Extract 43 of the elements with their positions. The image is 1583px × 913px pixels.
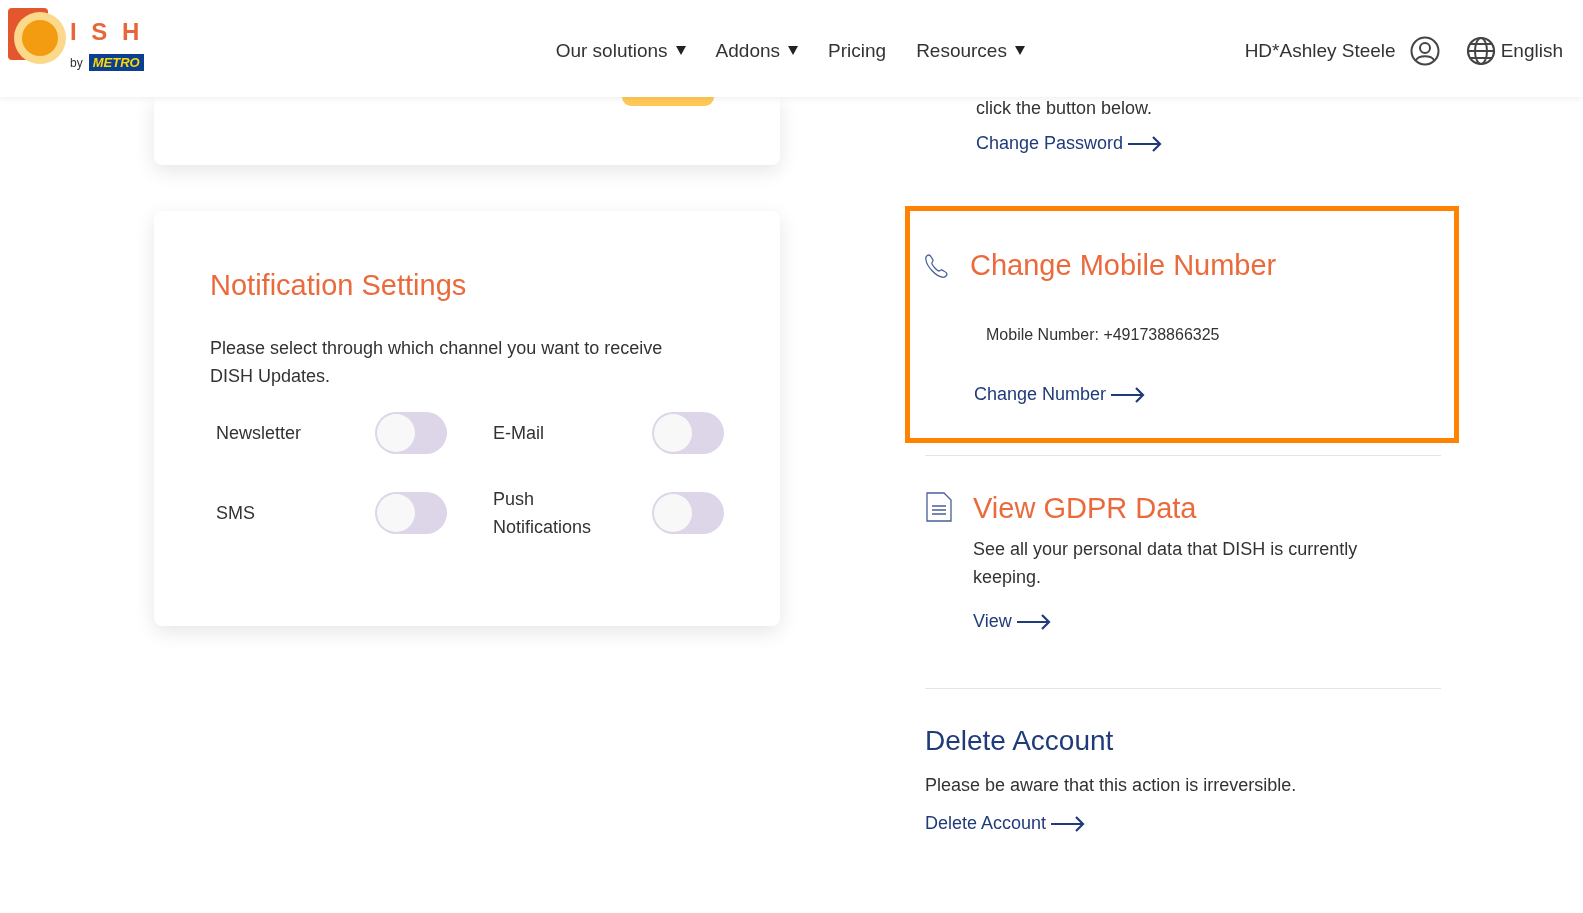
view-link[interactable]: View — [973, 611, 1052, 632]
section-title: Delete Account — [925, 725, 1115, 757]
channel-label: SMS — [216, 502, 256, 525]
logo-by-text: by — [70, 55, 83, 70]
channel-label: E-Mail — [493, 422, 545, 445]
document-icon — [925, 492, 953, 522]
nav-menu-item[interactable]: Pricing — [828, 39, 887, 62]
caret-icon — [1014, 46, 1025, 55]
channel-label: Newsletter — [216, 422, 303, 445]
user-avatar-icon[interactable] — [1409, 35, 1440, 66]
toggle-switch[interactable] — [375, 412, 447, 454]
user-name[interactable]: HD*Ashley Steele — [1244, 39, 1396, 62]
section-title: Notification Settings — [210, 269, 468, 302]
phone-icon — [924, 252, 950, 279]
caret-icon — [788, 46, 799, 55]
instruction-text: click the button below. — [976, 97, 1154, 119]
change-number-link[interactable]: Change Number — [974, 384, 1147, 405]
mobile-number-text: Mobile Number: +491738866325 — [986, 326, 1221, 344]
logo-letters: I S H — [70, 18, 144, 46]
description-text: See all your personal data that DISH is currently keeping. — [973, 538, 1359, 589]
caret-icon — [675, 46, 686, 55]
section-title: View GDPR Data — [973, 492, 1198, 525]
description-text: Please select through which channel you want to receive DISH Updates. — [210, 337, 664, 388]
globe-icon — [1465, 35, 1496, 66]
arrow-icon — [1050, 815, 1087, 832]
nav-menu-item[interactable]: Addons — [715, 39, 799, 62]
arrow-icon — [1110, 386, 1147, 403]
brand-badge: METRO — [88, 54, 144, 71]
section-title: Change Mobile Number — [970, 249, 1277, 282]
nav-menu-item[interactable]: Our solutions — [555, 39, 686, 62]
description-text: Please be aware that this action is irreversible. — [925, 774, 1298, 797]
delete-account-link[interactable]: Delete Account — [925, 813, 1087, 834]
nav-menu-item[interactable]: Resources — [916, 39, 1025, 62]
sun-logo-icon — [6, 6, 68, 66]
toggle-switch[interactable] — [652, 492, 724, 534]
arrow-icon — [1015, 613, 1052, 630]
channel-label: Push Notifications — [493, 488, 593, 539]
arrow-icon — [1127, 135, 1164, 152]
toggle-switch[interactable] — [375, 492, 447, 534]
toggle-switch[interactable] — [652, 412, 724, 454]
change-password-link[interactable]: Change Password — [976, 133, 1164, 154]
language-selector[interactable]: English — [1465, 35, 1563, 66]
action-button[interactable] — [622, 97, 714, 106]
